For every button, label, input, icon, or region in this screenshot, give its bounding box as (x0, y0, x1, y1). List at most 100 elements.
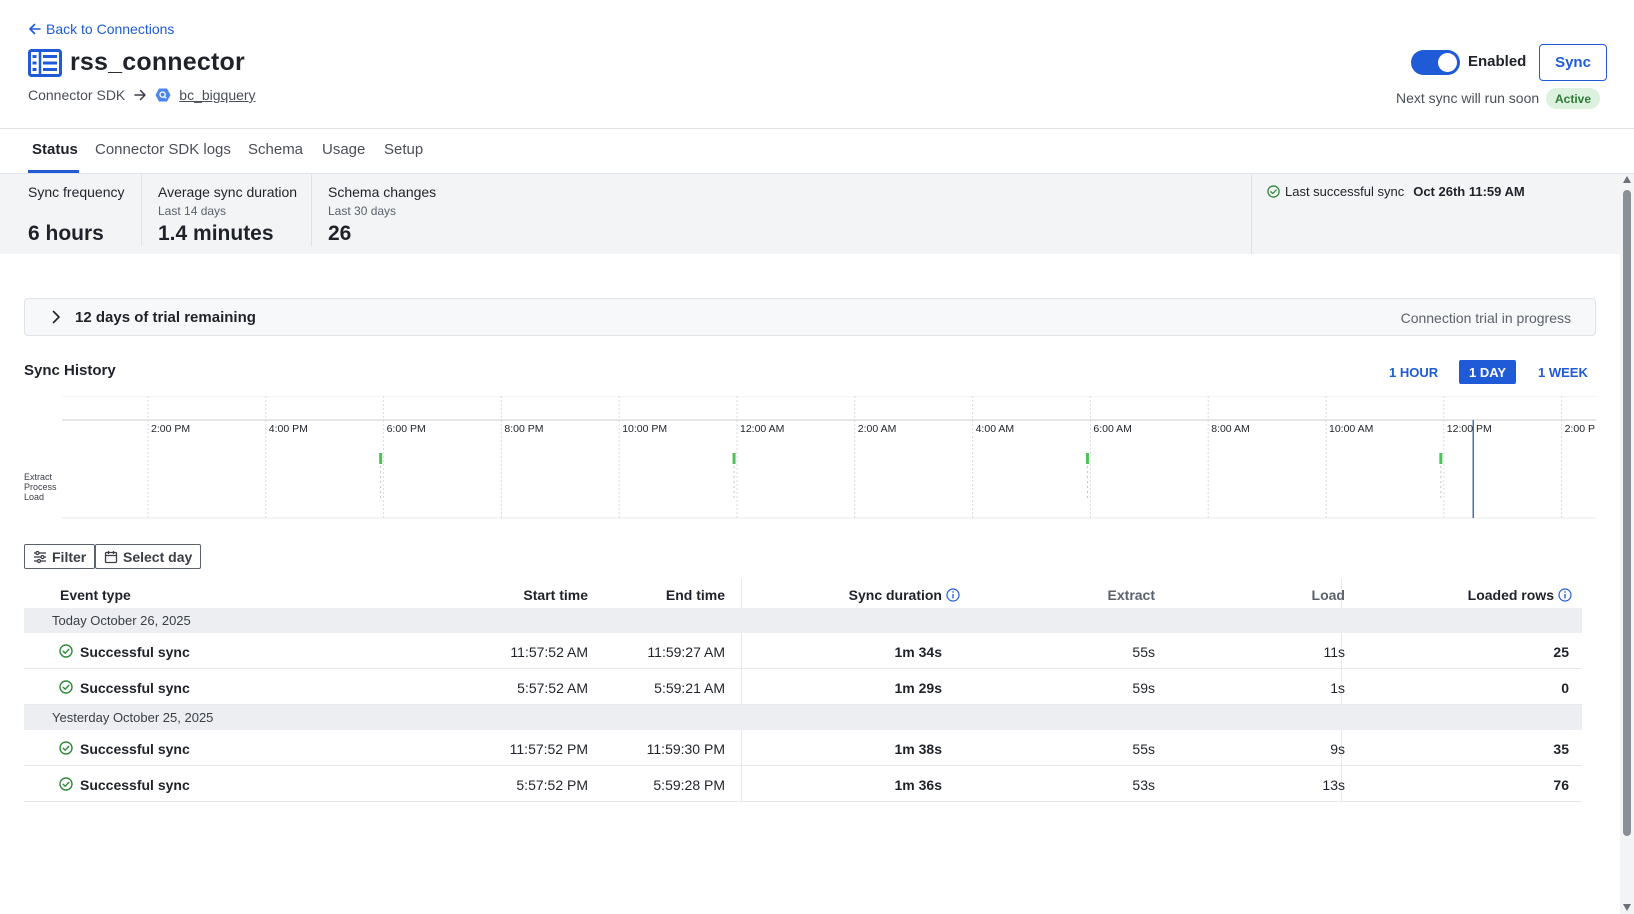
scroll-down-arrow-icon[interactable] (1623, 904, 1631, 911)
load-cell: 11s (1323, 644, 1345, 660)
loaded-rows-header-label: Loaded rows (1467, 587, 1554, 603)
tab-setup[interactable]: Setup (384, 141, 423, 158)
tab-status[interactable]: Status (32, 141, 78, 158)
sync-duration-cell: 1m 36s (894, 777, 942, 793)
trial-status-text: Connection trial in progress (1400, 310, 1571, 326)
column-header-extract[interactable]: Extract (1108, 587, 1155, 603)
sync-events-table: Event type Start time End time Sync dura… (24, 578, 1582, 802)
load-cell: 13s (1322, 777, 1345, 793)
group-date-label: Yesterday October 25, 2025 (52, 710, 214, 725)
enabled-toggle[interactable] (1411, 50, 1460, 75)
timeline-row-labels: Extract Process Load (24, 472, 57, 502)
active-tab-indicator (28, 170, 79, 173)
info-icon[interactable] (1558, 588, 1572, 602)
last-sync-label: Last successful sync (1285, 184, 1405, 199)
page-header: Back to Connections rss_connector Connec… (0, 0, 1634, 129)
filter-button[interactable]: Filter (24, 544, 96, 569)
last-successful-sync: Last successful sync Oct 26th 11:59 AM (1267, 184, 1525, 199)
column-header-sync-duration[interactable]: Sync duration (849, 587, 960, 603)
sync-history-title: Sync History (24, 362, 116, 379)
stat-sync-frequency: Sync frequency 6 hours (28, 184, 125, 245)
stat-average-sync-duration: Average sync duration Last 14 days 1.4 m… (158, 184, 298, 245)
stat-label: Average sync duration (158, 184, 298, 200)
stat-divider (1251, 174, 1252, 254)
stat-divider (141, 174, 142, 246)
sync-duration-cell: 1m 38s (894, 741, 942, 757)
arrow-right-icon (134, 89, 147, 101)
table-row[interactable]: Successful sync 11:57:52 AM 11:59:27 AM … (24, 633, 1582, 669)
range-1-day-button[interactable]: 1 DAY (1459, 360, 1517, 384)
toggle-knob (1438, 53, 1457, 72)
sync-extract-mark (1439, 453, 1443, 464)
sync-extract-mark (1085, 453, 1089, 464)
sync-extract-mark (732, 453, 736, 464)
status-badge: Active (1546, 88, 1601, 109)
loaded-rows-cell: 35 (1553, 741, 1569, 757)
extract-cell: 53s (1132, 777, 1155, 793)
loaded-rows-cell: 0 (1561, 680, 1569, 696)
scroll-up-arrow-icon[interactable] (1623, 176, 1631, 183)
timeline-tick-label: 10:00 PM (622, 423, 667, 435)
timeline-tick-label: 12:00 PM (1447, 423, 1492, 435)
stat-schema-changes: Schema changes Last 30 days 26 (328, 184, 437, 245)
date-group-row: Yesterday October 25, 2025 (24, 705, 1582, 730)
stat-sublabel: Last 14 days (158, 204, 227, 218)
column-header-loaded-rows[interactable]: Loaded rows (1468, 587, 1572, 603)
end-time-cell: 11:59:27 AM (647, 644, 725, 660)
column-header-start-time[interactable]: Start time (523, 587, 588, 603)
column-header-event-type[interactable]: Event type (60, 587, 131, 603)
trial-banner[interactable]: 12 days of trial remaining Connection tr… (24, 298, 1596, 336)
table-row[interactable]: Successful sync 5:57:52 AM 5:59:21 AM 1m… (24, 669, 1582, 705)
select-day-button[interactable]: Select day (95, 544, 202, 569)
info-icon[interactable] (946, 588, 960, 602)
event-type-cell: Successful sync (80, 777, 190, 793)
connector-sdk-icon (28, 48, 62, 77)
group-date-label: Today October 26, 2025 (52, 613, 191, 628)
stat-value: 26 (328, 222, 352, 245)
tab-usage[interactable]: Usage (322, 141, 365, 158)
sync-history-timeline: 2:00 PM 4:00 PM 6:00 PM 8:00 PM 10:00 PM 12:0… (0, 396, 1600, 520)
date-group-row: Today October 26, 2025 (24, 608, 1582, 633)
scrollbar[interactable] (1620, 174, 1634, 914)
stats-panel: Sync frequency 6 hours Average sync dura… (0, 174, 1620, 254)
load-cell: 1s (1330, 680, 1345, 696)
sync-button[interactable]: Sync (1539, 44, 1607, 81)
event-type-cell: Successful sync (80, 680, 190, 696)
bigquery-icon (155, 88, 171, 102)
stat-label: Schema changes (328, 184, 437, 200)
timeline-tick-label: 6:00 PM (387, 423, 426, 435)
extract-cell: 55s (1132, 644, 1155, 660)
timeline-tick-label: 2:00 AM (858, 423, 897, 435)
extract-cell: 55s (1132, 741, 1155, 757)
trial-remaining-label: 12 days of trial remaining (75, 309, 256, 326)
range-1-hour-button[interactable]: 1 HOUR (1379, 360, 1448, 384)
back-to-connections-link[interactable]: Back to Connections (28, 21, 174, 37)
column-header-load[interactable]: Load (1312, 587, 1345, 603)
table-row[interactable]: Successful sync 11:57:52 PM 11:59:30 PM … (24, 730, 1582, 766)
column-header-end-time[interactable]: End time (666, 587, 725, 603)
check-circle-icon (59, 644, 73, 658)
range-1-week-button[interactable]: 1 WEEK (1528, 360, 1598, 384)
source-name: Connector SDK (28, 87, 126, 103)
loaded-rows-cell: 76 (1553, 777, 1569, 793)
arrow-left-icon (29, 23, 41, 35)
timeline-tick-label: 2:00 P (1565, 423, 1595, 435)
destination-link[interactable]: bc_bigquery (179, 87, 255, 103)
end-time-cell: 5:59:28 PM (653, 777, 725, 793)
table-header: Event type Start time End time Sync dura… (24, 578, 1582, 608)
tab-connector-sdk-logs[interactable]: Connector SDK logs (95, 141, 231, 158)
timeline-tick-label: 12:00 AM (740, 423, 784, 435)
check-circle-icon (59, 777, 73, 791)
table-row[interactable]: Successful sync 5:57:52 PM 5:59:28 PM 1m… (24, 766, 1582, 802)
select-day-label: Select day (123, 548, 193, 565)
timeline-tick-label: 4:00 PM (269, 423, 308, 435)
start-time-cell: 5:57:52 PM (516, 777, 588, 793)
stat-value: 1.4 minutes (158, 222, 274, 245)
load-cell: 9s (1330, 741, 1345, 757)
check-circle-icon (59, 680, 73, 694)
sync-duration-header-label: Sync duration (848, 587, 942, 603)
scroll-thumb[interactable] (1623, 190, 1631, 836)
tab-schema[interactable]: Schema (248, 141, 303, 158)
timeline-tick-label: 8:00 AM (1211, 423, 1250, 435)
check-circle-icon (59, 741, 73, 755)
